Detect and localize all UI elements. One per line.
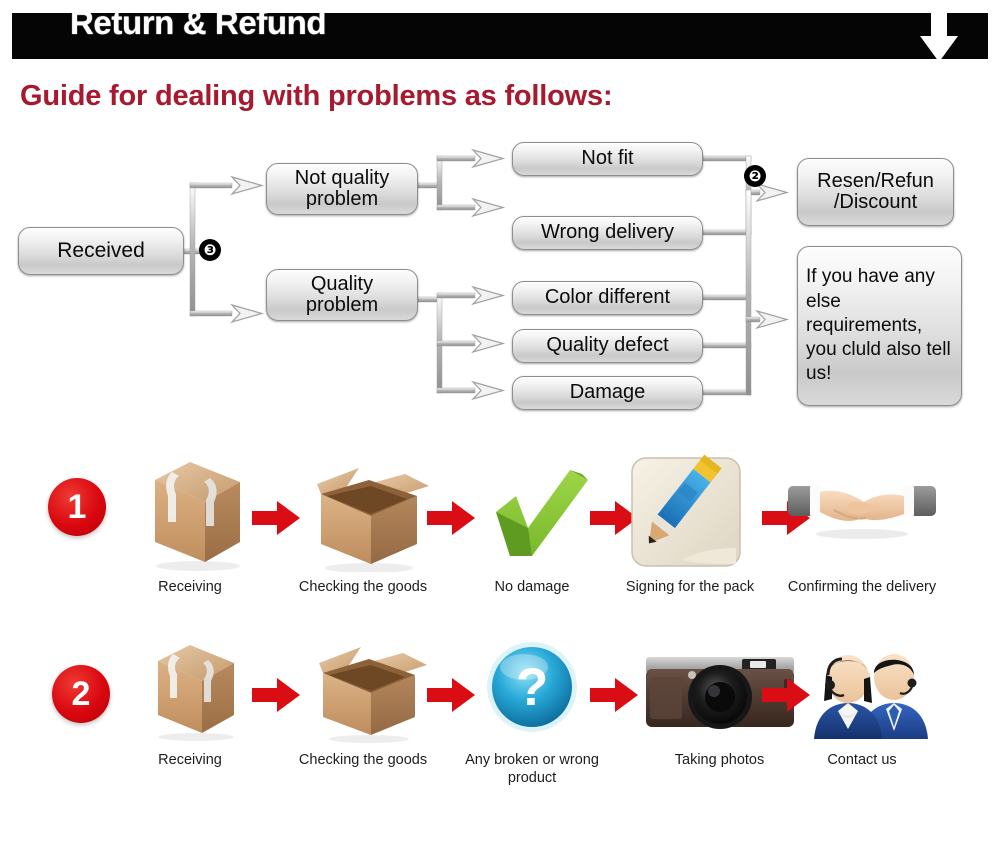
badge-three: ❸ <box>199 239 221 261</box>
step-row-1: 1 Receiving Checking the goods No damage… <box>0 440 1000 640</box>
svg-text:?: ? <box>516 658 548 717</box>
step-row-2: 2 Receiving Checking the goods ? Any bro… <box>0 635 1000 835</box>
badge-two: ❷ <box>744 165 766 187</box>
step-caption: Checking the goods <box>298 752 428 768</box>
node-received[interactable]: Received <box>18 227 184 275</box>
step-caption: Receiving <box>158 752 222 768</box>
node-resend-refund-discount[interactable]: Resen/Refun /Discount <box>797 158 954 226</box>
step-caption: No damage <box>494 579 570 595</box>
step-r1-5: Confirming the delivery <box>782 452 942 596</box>
step-caption: Contact us <box>827 752 897 768</box>
node-damage[interactable]: Damage <box>512 376 703 410</box>
step-caption: Any broken or wrong product <box>465 752 599 787</box>
process-steps: 1 Receiving Checking the goods No damage… <box>0 440 1000 841</box>
node-not-quality-problem[interactable]: Not quality problem <box>266 163 418 215</box>
open-box-icon <box>283 635 443 745</box>
sealed-box-icon <box>110 452 270 572</box>
handshake-icon <box>782 452 942 572</box>
sealed-box-icon <box>110 635 270 745</box>
step-r2-5: Contact us <box>782 635 942 769</box>
node-else-requirements[interactable]: If you have any else requirements, you c… <box>797 246 962 406</box>
pencil-sign-icon <box>610 452 770 572</box>
open-box-icon <box>283 452 443 573</box>
step-r1-4: Signing for the pack <box>610 452 770 596</box>
step-r1-1: Receiving <box>110 452 270 596</box>
support-agents-icon <box>782 635 942 745</box>
problem-flowchart: Received Not quality problem Quality pro… <box>0 130 1000 430</box>
node-quality-problem[interactable]: Quality problem <box>266 269 418 321</box>
step-r1-2: Checking the goods <box>283 452 443 596</box>
step-caption: Checking the goods <box>298 579 428 595</box>
page-title: Return & Refund <box>70 4 327 41</box>
row-number-1: 1 <box>48 478 106 536</box>
row-number-2: 2 <box>52 665 110 723</box>
step-r2-1: Receiving <box>110 635 270 769</box>
step-r2-2: Checking the goods <box>283 635 443 769</box>
step-caption: Taking photos <box>674 752 765 768</box>
node-quality-defect[interactable]: Quality defect <box>512 329 703 363</box>
node-color-different[interactable]: Color different <box>512 281 703 315</box>
return-refund-page: Return & Refund Guide for dealing with p… <box>0 0 1000 841</box>
down-arrow-icon <box>916 8 962 64</box>
step-caption: Confirming the delivery <box>787 579 937 595</box>
guide-heading: Guide for dealing with problems as follo… <box>20 80 613 112</box>
step-caption: Signing for the pack <box>625 579 755 595</box>
step-caption: Receiving <box>158 579 222 595</box>
node-wrong-delivery[interactable]: Wrong delivery <box>512 216 703 250</box>
node-not-fit[interactable]: Not fit <box>512 142 703 176</box>
